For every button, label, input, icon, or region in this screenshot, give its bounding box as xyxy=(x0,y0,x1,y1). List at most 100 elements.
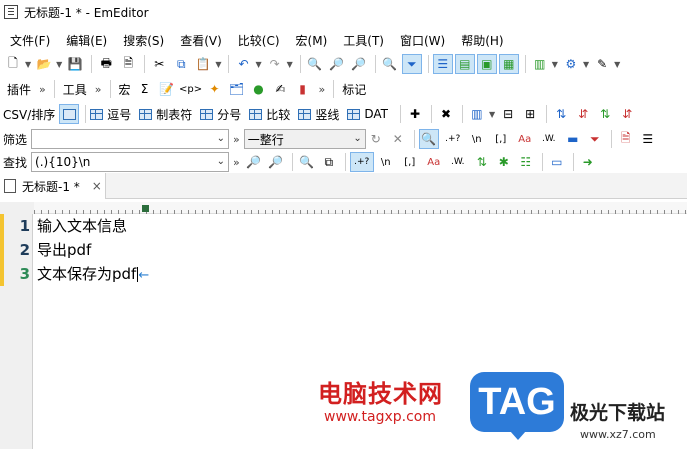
find-bracket-button[interactable]: [,] xyxy=(398,152,422,172)
view-icon[interactable]: ▦ xyxy=(498,54,519,74)
explorer-icon[interactable]: 🗂 xyxy=(227,79,247,99)
paste-icon[interactable]: 📋 xyxy=(193,54,213,74)
columns-dropdown-icon[interactable]: ▼ xyxy=(489,110,495,119)
filter-regex-button[interactable]: .+? xyxy=(441,129,465,149)
csv-normal-icon[interactable] xyxy=(59,104,80,124)
print-icon[interactable]: 🖶 xyxy=(96,54,116,74)
insert-column-icon[interactable]: ✚ xyxy=(405,104,425,124)
toolbar-more-icon[interactable]: » xyxy=(319,83,326,96)
menu-file[interactable]: 文件(F) xyxy=(10,32,50,49)
macro-label[interactable]: 宏 xyxy=(119,81,131,98)
save-icon[interactable]: 💾 xyxy=(65,54,85,74)
csv-tab-button[interactable]: 制表符 xyxy=(139,106,192,123)
sort-num-asc-icon[interactable]: ⇅ xyxy=(595,104,615,124)
find-in-files-icon[interactable]: 🔍 xyxy=(380,54,400,74)
wrap-window-icon[interactable]: ▤ xyxy=(454,54,475,74)
filter-mode-select[interactable]: 一整行 ⌄ xyxy=(243,129,366,149)
clear-filter-icon[interactable]: ✕ xyxy=(388,129,408,149)
new-file-icon[interactable]: 🗋 xyxy=(3,54,23,74)
plugins-more-icon[interactable]: » xyxy=(39,83,46,96)
minus-icon[interactable]: ▬ xyxy=(563,129,583,149)
filter-input[interactable]: ⌄ xyxy=(31,129,230,149)
find-all-icon[interactable]: 🔍 xyxy=(297,152,317,172)
sort-za-icon[interactable]: ⇵ xyxy=(573,104,593,124)
record-macro-icon[interactable]: ✍ xyxy=(271,79,291,99)
run-macro-icon[interactable]: 📝 xyxy=(157,79,177,99)
find-highlight-icon[interactable]: ☷ xyxy=(516,152,536,172)
tools-more-icon[interactable]: » xyxy=(95,83,102,96)
find-next-button-icon[interactable]: 🔎 xyxy=(266,152,286,172)
paste-dropdown-icon[interactable]: ▼ xyxy=(215,60,221,69)
find-bookmark-icon[interactable]: ✱ xyxy=(494,152,514,172)
properties-dropdown-icon[interactable]: ▼ xyxy=(614,60,620,69)
menu-view[interactable]: 查看(V) xyxy=(180,32,222,49)
chevron-down-icon[interactable]: ⌄ xyxy=(217,133,225,144)
settings-tools-icon[interactable]: ✖ xyxy=(436,104,456,124)
config-icon[interactable]: ▥ xyxy=(530,54,550,74)
csv-compare-button[interactable]: 比较 xyxy=(249,106,290,123)
encoding-dropdown-icon[interactable]: ▼ xyxy=(583,60,589,69)
menu-tools[interactable]: 工具(T) xyxy=(343,32,384,49)
filter-more-icon[interactable]: » xyxy=(233,133,240,146)
menu-help[interactable]: 帮助(H) xyxy=(461,32,503,49)
redo-icon[interactable]: ↷ xyxy=(265,54,285,74)
undo-icon[interactable]: ↶ xyxy=(233,54,253,74)
filter-case-button[interactable]: Aa xyxy=(515,129,535,149)
chevron-down-icon[interactable]: ⌄ xyxy=(353,133,361,144)
find-word-button[interactable]: .W. xyxy=(446,152,470,172)
find-input[interactable]: (.){10}\n ⌄ xyxy=(31,152,230,172)
text-line[interactable]: 输入文本信息 xyxy=(37,214,127,238)
csv-pipe-button[interactable]: 竖线 xyxy=(298,106,339,123)
html-tag-icon[interactable]: <p> xyxy=(179,79,203,99)
web-preview-icon[interactable]: ● xyxy=(249,79,269,99)
encoding-icon[interactable]: ⚙ xyxy=(561,54,581,74)
menu-compare[interactable]: 比较(C) xyxy=(238,32,280,49)
snippet-icon[interactable]: ✦ xyxy=(205,79,225,99)
filter-bracket-button[interactable]: [,] xyxy=(489,129,513,149)
tools-label[interactable]: 工具 xyxy=(63,81,87,98)
find-next-icon[interactable]: 🔎 xyxy=(327,54,347,74)
copy-icon[interactable]: ⧉ xyxy=(171,54,191,74)
marks-label[interactable]: 标记 xyxy=(342,81,366,98)
plugins-label[interactable]: 插件 xyxy=(7,81,31,98)
csv-dat-button[interactable]: DAT xyxy=(347,107,388,121)
text-line[interactable]: 文本保存为pdf ← xyxy=(37,262,149,286)
print-preview-icon[interactable]: 🗎 xyxy=(118,54,138,74)
find-newline-button[interactable]: \n xyxy=(376,152,396,172)
csv-comma-button[interactable]: 逗号 xyxy=(90,106,131,123)
find-icon[interactable]: 🔍 xyxy=(305,54,325,74)
menu-edit[interactable]: 编辑(E) xyxy=(66,32,107,49)
cut-icon[interactable]: ✂ xyxy=(149,54,169,74)
wrap-page-icon[interactable]: ▣ xyxy=(476,54,497,74)
sort-num-desc-icon[interactable]: ⇵ xyxy=(617,104,637,124)
find-regex-button[interactable]: .+? xyxy=(349,152,374,172)
open-dropdown-icon[interactable]: ▼ xyxy=(56,60,62,69)
sort-az-icon[interactable]: ⇅ xyxy=(551,104,571,124)
refresh-icon[interactable]: ↻ xyxy=(366,129,386,149)
split-icon[interactable]: ⊞ xyxy=(520,104,540,124)
text-line[interactable]: 导出pdf xyxy=(37,238,91,262)
open-folder-icon[interactable]: 📂 xyxy=(34,54,54,74)
document-tab[interactable]: 无标题-1 * × xyxy=(0,173,106,199)
find-copy-icon[interactable]: ⧉ xyxy=(319,152,339,172)
find-panel-icon[interactable]: ▭ xyxy=(547,152,567,172)
csv-sort-label[interactable]: CSV/排序 xyxy=(3,106,55,123)
menu-window[interactable]: 窗口(W) xyxy=(400,32,445,49)
arrow-right-icon[interactable]: ➜ xyxy=(578,152,598,172)
menu-macro[interactable]: 宏(M) xyxy=(296,32,328,49)
document-icon[interactable]: 🗎 xyxy=(616,129,636,149)
chevron-down-icon[interactable]: ⌄ xyxy=(217,156,225,167)
find-more-icon[interactable]: » xyxy=(233,156,240,169)
clear-all-icon[interactable]: ⏷ xyxy=(585,129,605,149)
find-swap-icon[interactable]: ⇅ xyxy=(472,152,492,172)
sigma-icon[interactable]: Σ xyxy=(135,79,155,99)
undo-dropdown-icon[interactable]: ▼ xyxy=(255,60,261,69)
find-case-button[interactable]: Aa xyxy=(424,152,444,172)
close-icon[interactable]: × xyxy=(92,179,102,193)
find-prev-icon[interactable]: 🔎 xyxy=(244,152,264,172)
filter-word-button[interactable]: .W. xyxy=(537,129,561,149)
filter-icon[interactable]: ⏷ xyxy=(401,54,422,74)
filter-search-icon[interactable]: 🔍 xyxy=(418,129,439,149)
csv-semicolon-button[interactable]: 分号 xyxy=(200,106,241,123)
properties-icon[interactable]: ✎ xyxy=(592,54,612,74)
